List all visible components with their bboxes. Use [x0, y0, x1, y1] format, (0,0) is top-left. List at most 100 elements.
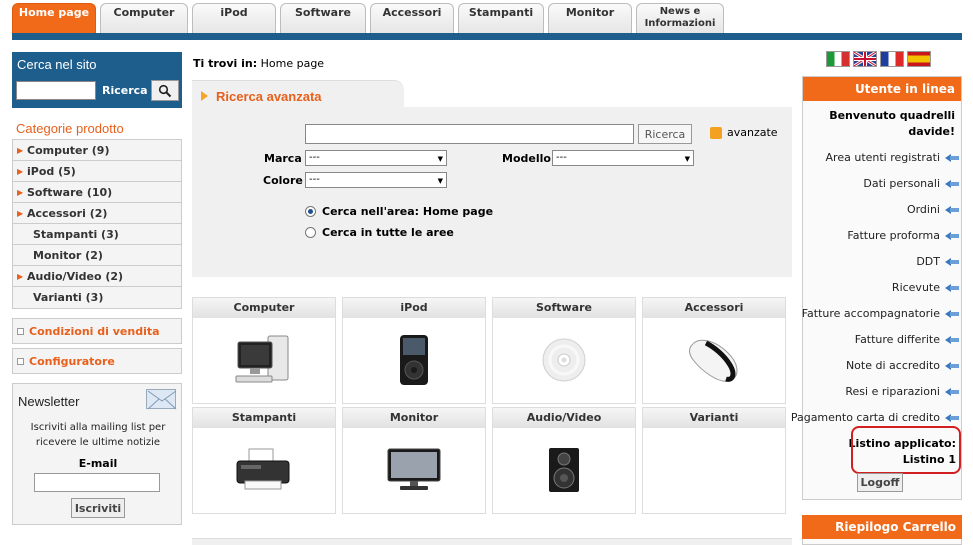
- tab-software[interactable]: Software: [280, 3, 366, 33]
- tab-monitor[interactable]: Monitor: [548, 3, 632, 33]
- categories-title: Categorie prodotto: [16, 121, 124, 136]
- category-item-varianti[interactable]: Varianti (3): [13, 287, 181, 308]
- main-nav: Home page Computer iPod Software Accesso…: [12, 3, 724, 33]
- email-label: E-mail: [78, 457, 118, 470]
- spanish-flag-icon[interactable]: [907, 51, 931, 67]
- user-link-ricevute[interactable]: Ricevute: [892, 281, 959, 294]
- user-link-area-registrati[interactable]: Area utenti registrati: [826, 151, 959, 164]
- tab-ipod[interactable]: iPod: [192, 3, 276, 33]
- user-link-ddt[interactable]: DDT: [916, 255, 959, 268]
- subscribe-button[interactable]: Iscriviti: [71, 498, 125, 518]
- user-link-label: Resi e riparazioni: [845, 385, 940, 398]
- italian-flag-icon[interactable]: [826, 51, 850, 67]
- site-search-input[interactable]: [16, 81, 96, 100]
- arrow-right-icon: ▶: [17, 208, 24, 218]
- user-link-label: DDT: [916, 255, 940, 268]
- category-item-stampanti[interactable]: Stampanti (3): [13, 224, 181, 245]
- color-label: Colore: [263, 174, 303, 187]
- configurator-link[interactable]: Configuratore: [12, 348, 182, 374]
- category-label: Varianti (3): [33, 291, 104, 304]
- user-link-fatture-differite[interactable]: Fatture differite: [855, 333, 959, 346]
- logoff-button[interactable]: Logoff: [857, 473, 903, 492]
- advanced-search-panel: Ricerca avanzate Marca --- Modello --- C…: [192, 107, 792, 277]
- arrow-right-icon: ▶: [17, 187, 24, 197]
- arrow-left-icon: [945, 335, 959, 345]
- computer-icon: [193, 320, 335, 400]
- cd-icon: [493, 320, 635, 400]
- breadcrumb-prefix: Ti trovi in:: [193, 57, 258, 70]
- user-link-ordini[interactable]: Ordini: [907, 203, 959, 216]
- newsletter-email-field[interactable]: [34, 473, 160, 492]
- brand-select[interactable]: ---: [305, 150, 447, 166]
- breadcrumb-current: Home page: [260, 57, 325, 70]
- arrow-right-icon: ▶: [17, 145, 24, 155]
- product-card-audio-video[interactable]: Audio/Video: [492, 407, 636, 514]
- breadcrumb: Ti trovi in: Home page: [193, 57, 324, 70]
- user-link-label: Fatture accompagnatorie: [801, 307, 940, 320]
- tab-news[interactable]: News e Informazioni: [636, 3, 724, 33]
- category-item-accessori[interactable]: ▶ Accessori (2): [13, 203, 181, 224]
- tab-computer[interactable]: Computer: [100, 3, 188, 33]
- model-select[interactable]: ---: [552, 150, 694, 166]
- user-link-label: Ricevute: [891, 281, 940, 294]
- advanced-search-input[interactable]: [305, 124, 634, 144]
- product-card-title: Varianti: [643, 408, 785, 428]
- envelope-icon: [146, 389, 177, 410]
- conditions-link[interactable]: Condizioni di vendita: [12, 318, 182, 344]
- user-link-dati-personali[interactable]: Dati personali: [863, 177, 959, 190]
- product-card-title: Accessori: [643, 298, 785, 318]
- category-label: iPod (5): [27, 164, 76, 178]
- user-link-resi-riparazioni[interactable]: Resi e riparazioni: [845, 385, 959, 398]
- arrow-left-icon: [945, 231, 959, 241]
- arrow-left-icon: [945, 153, 959, 163]
- arrow-left-icon: [945, 283, 959, 293]
- arrow-left-icon: [945, 179, 959, 189]
- product-card-title: Computer: [193, 298, 335, 318]
- model-label: Modello: [502, 152, 551, 165]
- user-link-label: Ordini: [906, 203, 940, 216]
- english-flag-icon[interactable]: [853, 51, 877, 67]
- product-card-ipod[interactable]: iPod: [342, 297, 486, 404]
- product-card-accessori[interactable]: Accessori: [642, 297, 786, 404]
- advanced-search-header: Ricerca avanzata: [192, 80, 404, 108]
- user-panel-title: Utente in linea: [803, 77, 961, 101]
- user-link-note-accredito[interactable]: Note di accredito: [846, 359, 959, 372]
- product-card-varianti[interactable]: Varianti: [642, 407, 786, 514]
- download-arrow-icon: [710, 126, 722, 139]
- product-card-stampanti[interactable]: Stampanti: [192, 407, 336, 514]
- product-card-title: Software: [493, 298, 635, 318]
- category-label: Monitor (2): [33, 248, 103, 262]
- tab-home-page[interactable]: Home page: [12, 3, 96, 33]
- french-flag-icon[interactable]: [880, 51, 904, 67]
- product-card-monitor[interactable]: Monitor: [342, 407, 486, 514]
- configurator-label: Configuratore: [29, 354, 115, 368]
- arrow-left-icon: [945, 413, 959, 423]
- user-link-fatture-proforma[interactable]: Fatture proforma: [847, 229, 959, 242]
- category-item-computer[interactable]: ▶ Computer (9): [13, 140, 181, 161]
- user-link-fatture-accompagnatorie[interactable]: Fatture accompagnatorie: [802, 307, 959, 320]
- newsletter-box: Newsletter Iscriviti alla mailing list p…: [12, 383, 182, 525]
- product-card-computer[interactable]: Computer: [192, 297, 336, 404]
- advanced-options-link[interactable]: avanzate: [710, 126, 778, 139]
- category-item-audio-video[interactable]: ▶ Audio/Video (2): [13, 266, 181, 287]
- category-label: Computer (9): [27, 143, 110, 157]
- category-item-monitor[interactable]: Monitor (2): [13, 245, 181, 266]
- tab-accessori[interactable]: Accessori: [370, 3, 454, 33]
- radio-selected-icon: [305, 206, 316, 217]
- category-item-ipod[interactable]: ▶ iPod (5): [13, 161, 181, 182]
- product-card-title: iPod: [343, 298, 485, 318]
- advanced-search-button[interactable]: Ricerca: [638, 124, 692, 144]
- product-card-title: Audio/Video: [493, 408, 635, 428]
- magnifier-icon[interactable]: [150, 80, 179, 101]
- tab-stampanti[interactable]: Stampanti: [458, 3, 544, 33]
- product-card-software[interactable]: Software: [492, 297, 636, 404]
- radio-search-area[interactable]: Cerca nell'area: Home page: [305, 205, 493, 218]
- radio-search-all[interactable]: Cerca in tutte le aree: [305, 226, 454, 239]
- newsletter-description: Iscriviti alla mailing list per ricevere…: [30, 422, 166, 448]
- user-link-pagamento-carta[interactable]: Pagamento carta di credito: [791, 411, 959, 424]
- play-triangle-icon: [201, 91, 208, 101]
- color-select[interactable]: ---: [305, 172, 447, 188]
- category-item-software[interactable]: ▶ Software (10): [13, 182, 181, 203]
- mouse-icon: [643, 320, 785, 400]
- advanced-search-title: Ricerca avanzata: [216, 89, 322, 104]
